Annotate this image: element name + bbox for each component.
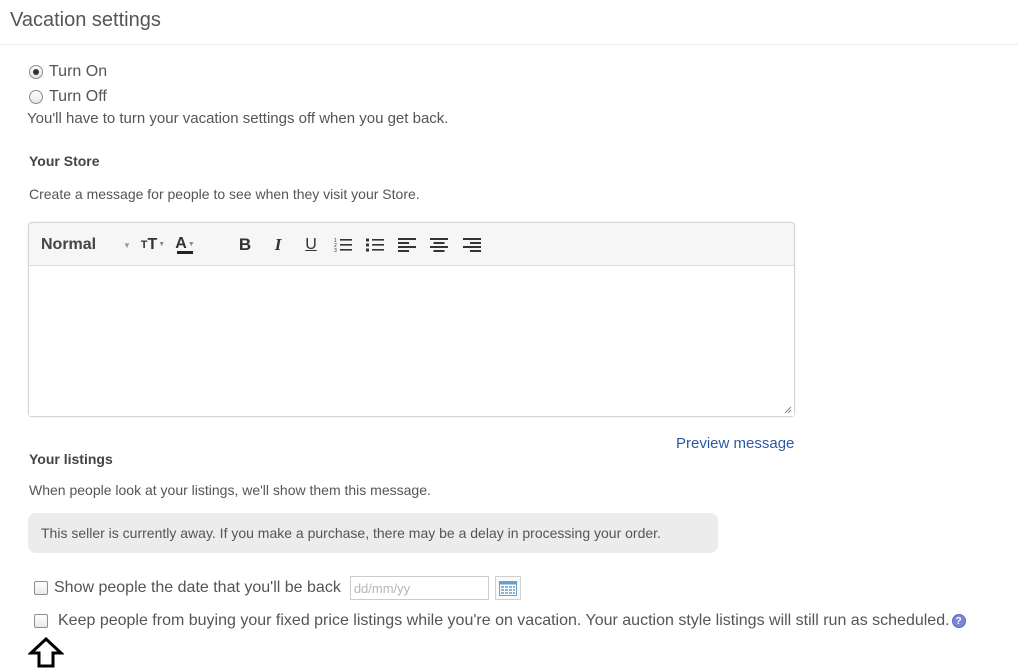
store-message-editor: Normal ▼ T T ▼ A ▼ B I U 1 2 3	[28, 222, 795, 417]
keep-buyers-checkbox[interactable]	[34, 614, 48, 628]
your-store-description: Create a message for people to see when …	[29, 186, 420, 202]
your-listings-description: When people look at your listings, we'll…	[29, 482, 431, 498]
store-message-textarea[interactable]	[29, 267, 794, 416]
underline-button[interactable]: U	[301, 223, 321, 266]
svg-text:3: 3	[334, 248, 337, 253]
paragraph-style-dropdown[interactable]: Normal	[41, 223, 131, 266]
text-color-caret-icon: ▼	[187, 240, 195, 248]
font-size-button[interactable]: T T ▼	[141, 223, 165, 266]
ordered-list-button[interactable]: 1 2 3	[333, 223, 353, 266]
away-message-box: This seller is currently away. If you ma…	[28, 513, 718, 553]
align-right-icon	[463, 237, 481, 252]
turn-on-label[interactable]: Turn On	[49, 62, 107, 82]
show-return-date-row: Show people the date that you'll be back	[34, 576, 521, 600]
resize-grip-icon[interactable]	[784, 406, 792, 414]
away-message-text: This seller is currently away. If you ma…	[41, 525, 661, 541]
bullet-list-icon	[366, 238, 384, 251]
paragraph-style-label: Normal	[41, 235, 97, 253]
vacation-note: You'll have to turn your vacation settin…	[27, 110, 449, 127]
page-title: Vacation settings	[10, 9, 161, 31]
turn-off-radio[interactable]	[29, 90, 43, 104]
turn-on-radio[interactable]	[29, 65, 43, 79]
show-return-date-label[interactable]: Show people the date that you'll be back	[54, 578, 341, 598]
align-left-icon	[398, 237, 416, 252]
align-center-icon	[430, 237, 448, 252]
show-return-date-checkbox[interactable]	[34, 581, 48, 595]
turn-off-radio-row[interactable]: Turn Off	[29, 87, 107, 107]
editor-toolbar: Normal ▼ T T ▼ A ▼ B I U 1 2 3	[29, 223, 794, 266]
your-listings-heading: Your listings	[29, 451, 113, 467]
calendar-icon	[498, 580, 517, 596]
align-right-button[interactable]	[462, 223, 482, 266]
title-divider	[0, 44, 1017, 45]
return-date-input[interactable]	[349, 576, 489, 600]
bullet-list-button[interactable]	[365, 223, 385, 266]
paragraph-style-caret-icon: ▼	[123, 241, 131, 250]
turn-on-radio-row[interactable]: Turn On	[29, 62, 107, 82]
text-color-swatch	[177, 251, 193, 254]
ordered-list-icon: 1 2 3	[334, 238, 352, 253]
help-icon[interactable]: ?	[951, 614, 966, 628]
align-center-button[interactable]	[429, 223, 449, 266]
italic-button[interactable]: I	[268, 223, 288, 266]
font-size-glyph: T	[147, 235, 158, 253]
font-size-caret-icon: ▼	[158, 241, 166, 248]
up-arrow-icon	[28, 637, 64, 668]
text-color-button[interactable]: A ▼	[172, 223, 198, 266]
keep-buyers-label[interactable]: Keep people from buying your fixed price…	[58, 611, 950, 631]
keep-buyers-row: Keep people from buying your fixed price…	[34, 611, 966, 631]
turn-off-label[interactable]: Turn Off	[49, 87, 107, 107]
align-left-button[interactable]	[397, 223, 417, 266]
vacation-settings-page: Vacation settings Turn On Turn Off You'l…	[0, 0, 1017, 672]
preview-message-link[interactable]: Preview message	[676, 435, 794, 452]
font-size-small-glyph: T	[140, 238, 148, 251]
bold-button[interactable]: B	[235, 223, 255, 266]
calendar-button[interactable]	[494, 576, 521, 600]
your-store-heading: Your Store	[29, 153, 100, 169]
